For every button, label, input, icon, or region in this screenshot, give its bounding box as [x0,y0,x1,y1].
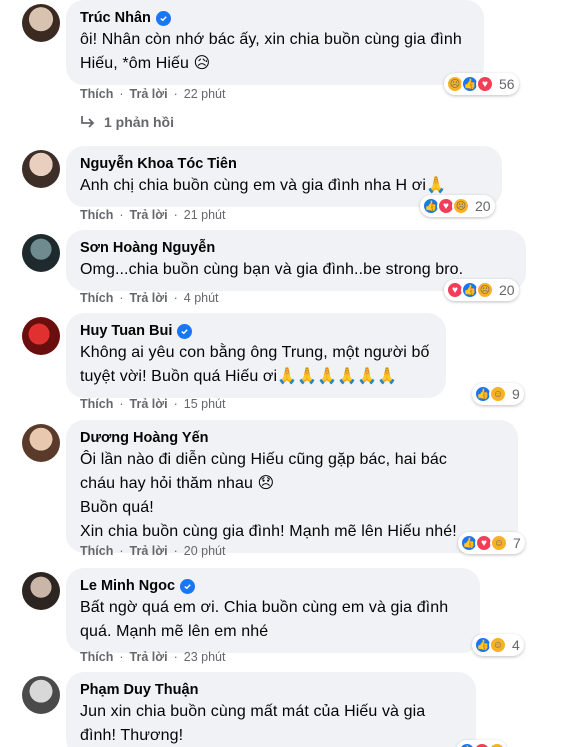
comment-actions: Thích · Trả lời · 20 phút [80,544,226,558]
reaction-count: 20 [499,282,515,298]
comment-timestamp[interactable]: 23 phút [184,650,226,664]
comment-timestamp[interactable]: 20 phút [184,544,226,558]
avatar[interactable] [22,4,60,42]
comment-text-line: Hiếu, *ôm Hiếu 😥 [80,55,211,72]
reaction-summary[interactable]: 👍 ♥ ☺ 7 [458,532,525,554]
comment-timestamp[interactable]: 4 phút [184,291,219,305]
comment-timestamp[interactable]: 21 phút [184,208,226,222]
reply-link[interactable]: Trả lời [130,650,168,664]
commenter-name[interactable]: Le Minh Ngoc [80,576,175,596]
commenter-name[interactable]: Huy Tuan Bui [80,321,172,341]
view-replies-link[interactable]: 1 phản hồi [80,114,174,130]
comment-text-line: đình! Thương! [80,727,184,744]
avatar[interactable] [22,424,60,462]
comment-text-line: Không ai yêu con bằng ông Trung, một ngư… [80,344,430,361]
like-link[interactable]: Thích [80,650,113,664]
like-link[interactable]: Thích [80,397,113,411]
care-reaction-icon: ☺ [488,742,506,747]
verified-check-icon [180,578,196,594]
avatar[interactable] [22,317,60,355]
reaction-summary[interactable]: ☹ 👍 ♥ 56 [444,73,519,95]
reply-arrow-icon [81,116,95,128]
reaction-summary[interactable]: 👍 ♥ ☹ 20 [420,195,495,217]
comment-text-line: Jun xin chia buồn cùng mất mát của Hiếu … [80,703,426,720]
sad-reaction-icon: ☹ [452,197,470,215]
comment-text-line: Anh chị chia buồn cùng em và gia đình nh… [80,177,446,194]
commenter-name[interactable]: Phạm Duy Thuận [80,680,198,700]
reaction-count: 20 [475,198,491,214]
sad-reaction-icon: ☹ [476,281,494,299]
like-link[interactable]: Thích [80,544,113,558]
reaction-summary[interactable]: 👍 ♥ ☺ [456,740,507,747]
comment-text-line: quá. Mạnh mẽ lên em nhé [80,623,269,640]
like-link[interactable]: Thích [80,87,113,101]
avatar[interactable] [22,676,60,714]
avatar[interactable] [22,572,60,610]
comment-timestamp[interactable]: 15 phút [184,397,226,411]
comment-bubble: Trúc Nhân ôi! Nhân còn nhớ bác ấy, xin c… [66,0,484,85]
comment-text-line: Ôi lần nào đi diễn cùng Hiếu cũng gặp bá… [80,451,448,468]
comment-actions: Thích · Trả lời · 22 phút [80,87,226,101]
comment-text-line: Bất ngờ quá em ơi. Chia buồn cùng em và … [80,599,449,616]
verified-check-icon [155,10,171,26]
reply-link[interactable]: Trả lời [130,87,168,101]
comment-text-line: Xin chia buồn cùng gia đình! Mạnh mẽ lên… [80,523,457,540]
commenter-name[interactable]: Nguyễn Khoa Tóc Tiên [80,154,237,174]
comment-actions: Thích · Trả lời · 15 phút [80,397,226,411]
reply-link[interactable]: Trả lời [130,208,168,222]
reply-link[interactable]: Trả lời [130,291,168,305]
reply-link[interactable]: Trả lời [130,544,168,558]
comment-bubble: Huy Tuan Bui Không ai yêu con bằng ông T… [66,313,446,398]
reaction-summary[interactable]: ♥ 👍 ☹ 20 [444,279,519,301]
comment-text-line: Omg...chia buồn cùng bạn và gia đình..be… [80,261,464,278]
reply-link[interactable]: Trả lời [130,397,168,411]
avatar[interactable] [22,234,60,272]
comment-bubble: Le Minh Ngoc Bất ngờ quá em ơi. Chia buồ… [66,568,480,653]
reaction-count: 9 [512,386,520,402]
comment-text-line: tuyệt vời! Buồn quá Hiếu ơi🙏🙏🙏🙏🙏🙏 [80,368,398,385]
reaction-count: 56 [499,76,515,92]
care-reaction-icon: ☺ [489,636,507,654]
replies-count-label: 1 phản hồi [104,114,174,130]
commenter-name[interactable]: Dương Hoàng Yến [80,428,209,448]
reaction-count: 7 [513,535,521,551]
care-reaction-icon: ☺ [489,385,507,403]
love-reaction-icon: ♥ [476,75,494,93]
like-link[interactable]: Thích [80,291,113,305]
comment-text-line: cháu hay hỏi thăm nhau 😞 [80,475,275,492]
reaction-summary[interactable]: 👍 ☺ 4 [472,634,524,656]
commenter-name[interactable]: Sơn Hoàng Nguyễn [80,238,215,258]
comment-actions: Thích · Trả lời · 23 phút [80,650,226,664]
like-link[interactable]: Thích [80,208,113,222]
comment-actions: Thích · Trả lời · 21 phút [80,208,226,222]
avatar[interactable] [22,150,60,188]
care-reaction-icon: ☺ [490,534,508,552]
comment-timestamp[interactable]: 22 phút [184,87,226,101]
comment-bubble: Phạm Duy Thuận Jun xin chia buồn cùng mấ… [66,672,476,747]
comment-text-line: Buồn quá! [80,499,154,516]
comment-actions: Thích · Trả lời · 4 phút [80,291,219,305]
comment-bubble: Dương Hoàng Yến Ôi lần nào đi diễn cùng … [66,420,518,553]
commenter-name[interactable]: Trúc Nhân [80,8,151,28]
comment-text-line: ôi! Nhân còn nhớ bác ấy, xin chia buồn c… [80,31,462,48]
reaction-count: 4 [512,637,520,653]
reaction-summary[interactable]: 👍 ☺ 9 [472,383,524,405]
verified-check-icon [177,323,193,339]
